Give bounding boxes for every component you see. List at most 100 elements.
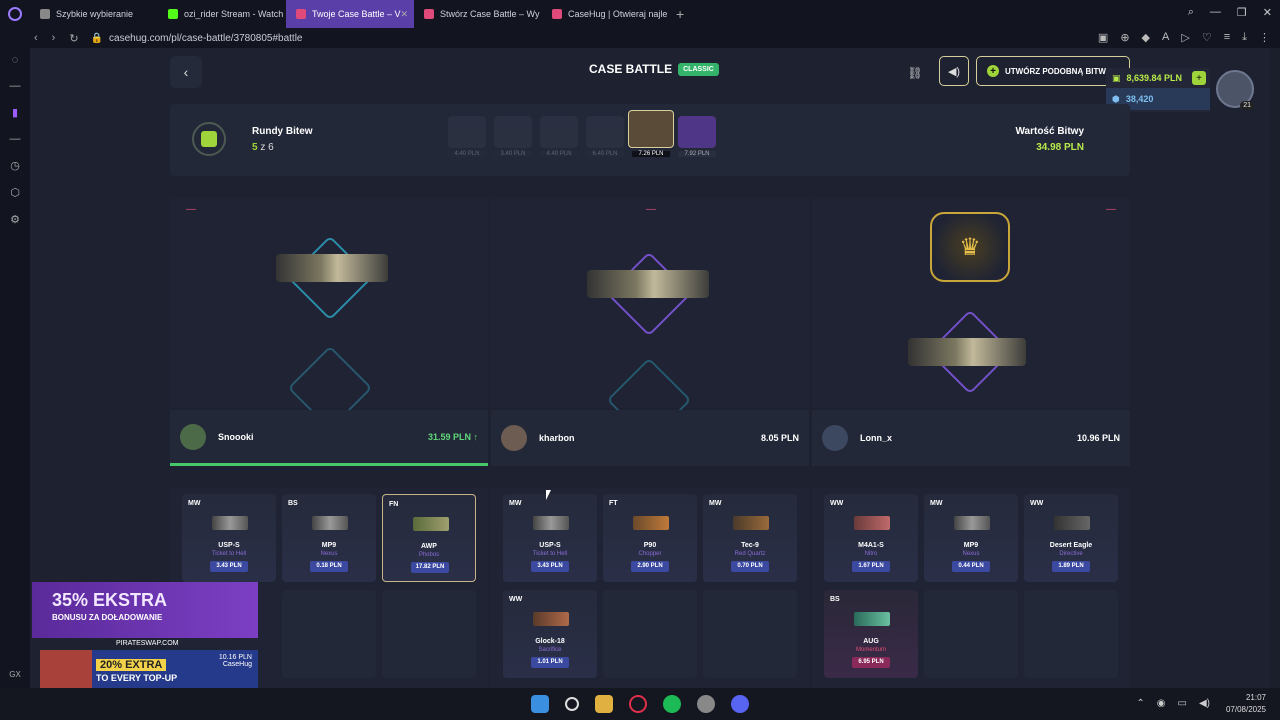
weapon-icon	[854, 612, 890, 626]
discord-icon[interactable]	[731, 695, 749, 713]
clock[interactable]: 21:07 07/08/2025	[1226, 692, 1266, 716]
player-card[interactable]: kharbon 8.05 PLN	[491, 410, 809, 466]
item-name: MP9	[963, 542, 979, 549]
tab-label: Twoje Case Battle – V	[312, 9, 401, 19]
wallet-ext-icon[interactable]: ⊕	[1120, 31, 1129, 44]
item-slot-empty	[703, 590, 797, 678]
close-icon[interactable]: ✕	[400, 9, 408, 20]
item-name: AUG	[863, 638, 879, 645]
shield-icon[interactable]: ◆	[1142, 31, 1150, 44]
sound-toggle-button[interactable]: ◀)	[939, 56, 969, 86]
casehug-icon	[424, 9, 434, 19]
minimize-icon[interactable]: —	[1210, 6, 1221, 19]
item-card[interactable]: MW USP-S Ticket to Hell 3.43 PLN	[182, 494, 276, 582]
minus-icon: —	[186, 204, 196, 215]
history-icon[interactable]: ◷	[10, 159, 20, 172]
item-price: 0.18 PLN	[310, 561, 348, 572]
case-item[interactable]: 7.92 PLN	[678, 116, 716, 160]
item-card-highlight[interactable]: FN AWP Phobos 17.82 PLN	[382, 494, 476, 582]
back-button[interactable]: ‹	[170, 56, 202, 88]
wear-label: MW	[709, 500, 722, 507]
speed-dial-icon	[40, 9, 50, 19]
forward-icon[interactable]: ›	[52, 32, 56, 45]
extension-icons: ▣ ⊕ ◆ A ▷ ♡ ≡ ⤓ ⋮	[1098, 31, 1270, 44]
steam-icon[interactable]	[697, 695, 715, 713]
player-value: 10.96 PLN	[1076, 433, 1120, 443]
points-value: 38,420	[1125, 94, 1154, 104]
item-card[interactable]: MW USP-S Ticket to Hell 3.43 PLN	[503, 494, 597, 582]
item-card[interactable]: WW M4A1-S Nitro 1.67 PLN	[824, 494, 918, 582]
network-icon[interactable]: ▭	[1178, 698, 1187, 709]
play-icon[interactable]: ▷	[1181, 31, 1189, 44]
url-field[interactable]: 🔒 casehug.com/pl/case-battle/3780805#bat…	[91, 33, 303, 44]
item-card[interactable]: FT P90 Chopper 2.90 PLN	[603, 494, 697, 582]
opera-gx-logo[interactable]	[0, 7, 30, 21]
tab-speed-dial[interactable]: Szybkie wybieranie	[30, 0, 158, 28]
case-list: 4.40 PLN 3.40 PLN 4.40 PLN 6.40 PLN 7.26…	[448, 110, 716, 160]
item-name: Glock-18	[535, 638, 565, 645]
wear-label: WW	[830, 500, 844, 507]
tab-label: Szybkie wybieranie	[56, 9, 134, 19]
copy-link-button[interactable]: ⛓	[900, 58, 930, 88]
player-name: Snoooki	[218, 431, 254, 442]
close-window-icon[interactable]: ✕	[1263, 6, 1272, 19]
item-card[interactable]: WW Desert Eagle Directive 1.89 PLN	[1024, 494, 1118, 582]
case-image	[540, 116, 578, 148]
back-icon[interactable]: ‹	[34, 32, 38, 45]
volume-icon[interactable]: ◀)	[1199, 698, 1210, 709]
player-card[interactable]: Lonn_x 10.96 PLN	[812, 410, 1130, 466]
snapshot-icon[interactable]: ▣	[1098, 31, 1108, 44]
new-tab-icon[interactable]: +	[676, 6, 684, 22]
chevron-up-icon[interactable]: ⌃	[1136, 698, 1144, 709]
tab-create-battle[interactable]: Stwórz Case Battle – Wy	[414, 0, 542, 28]
chevron-left-icon: ‹	[183, 64, 189, 80]
tab-kick-stream[interactable]: ozi_rider Stream - Watch	[158, 0, 286, 28]
case-price: 4.40 PLN	[448, 151, 486, 157]
item-card[interactable]: WW Glock-18 Sacrifice 1.01 PLN	[503, 590, 597, 678]
case-item[interactable]: 6.40 PLN	[586, 116, 624, 160]
more-icon[interactable]: ⋮	[1259, 31, 1270, 44]
user-avatar[interactable]: 21	[1216, 70, 1254, 110]
maximize-icon[interactable]: ❐	[1237, 6, 1247, 19]
case-item[interactable]: 4.40 PLN	[540, 116, 578, 160]
case-price: 6.40 PLN	[586, 151, 624, 157]
search-icon[interactable]	[565, 697, 579, 711]
reload-icon[interactable]: ↻	[69, 32, 78, 45]
speed-dial-sidebar-icon[interactable]: ◌	[12, 54, 19, 66]
opera-gx-icon[interactable]	[629, 695, 647, 713]
add-funds-button[interactable]: +	[1192, 71, 1206, 85]
item-card[interactable]: BS AUG Momentum 6.95 PLN	[824, 590, 918, 678]
case-item-current[interactable]: 7.26 PLN	[628, 110, 674, 160]
item-card[interactable]: MW MP9 Nexus 0.44 PLN	[924, 494, 1018, 582]
item-card[interactable]: MW Tec-9 Red Quartz 0.70 PLN	[703, 494, 797, 582]
item-card[interactable]: BS MP9 Nexus 0.18 PLN	[282, 494, 376, 582]
tab-case-battle-active[interactable]: Twoje Case Battle – V ✕	[286, 0, 414, 28]
microphone-icon[interactable]: ◉	[1157, 698, 1166, 709]
item-price: 0.44 PLN	[952, 561, 990, 572]
menu-lines-icon[interactable]: ≡	[1224, 31, 1230, 44]
avatar	[822, 425, 848, 451]
battle-value-label: Wartość Bitwy	[1015, 126, 1084, 137]
tab-casehug-home[interactable]: CaseHug | Otwieraj najle	[542, 0, 670, 28]
heart-icon[interactable]: ♡	[1202, 31, 1212, 44]
case-item[interactable]: 3.40 PLN	[494, 116, 532, 160]
twitch-icon[interactable]: ▮	[12, 106, 18, 119]
taskbar: ⌃ ◉ ▭ ◀) 21:07 07/08/2025	[0, 688, 1280, 720]
player-card-winner[interactable]: Snoooki 31.59 PLN ↑	[170, 410, 488, 466]
spotify-icon[interactable]	[663, 695, 681, 713]
wear-label: FN	[389, 501, 399, 508]
case-item[interactable]: 4.40 PLN	[448, 116, 486, 160]
item-name: MP9	[321, 542, 337, 549]
gx-label[interactable]: GX	[9, 670, 21, 679]
extensions-icon[interactable]: ⬡	[10, 186, 20, 199]
weapon-image	[587, 270, 709, 298]
translate-icon[interactable]: A	[1162, 31, 1169, 44]
download-icon[interactable]: ⤓	[1242, 31, 1247, 44]
item-slot-empty	[924, 590, 1018, 678]
case-price: 4.40 PLN	[540, 151, 578, 157]
search-icon[interactable]: ⌕	[1188, 6, 1194, 19]
settings-icon[interactable]: ⚙	[10, 213, 20, 226]
file-explorer-icon[interactable]	[595, 695, 613, 713]
windows-start-icon[interactable]	[531, 695, 549, 713]
item-slot-empty	[1024, 590, 1118, 678]
